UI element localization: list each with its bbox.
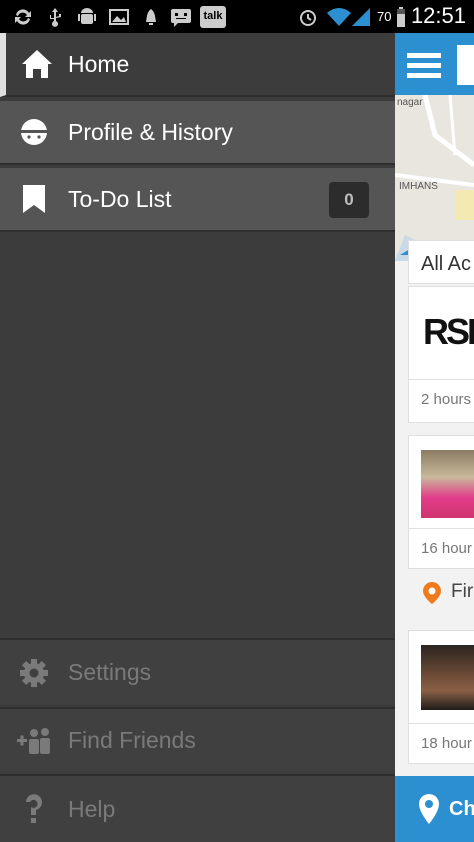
feed-card[interactable]: RSK 2 hours — [408, 286, 474, 423]
drawer-item-label: Find Friends — [68, 727, 196, 753]
android-debug-icon — [78, 8, 96, 24]
feed-card-time: 16 hour — [421, 540, 472, 557]
hamburger-icon — [407, 53, 441, 78]
add-friends-icon — [0, 709, 68, 773]
battery-icon — [397, 7, 405, 27]
location-pin-icon — [419, 794, 439, 824]
wifi-icon — [327, 8, 351, 26]
drawer-item-home[interactable]: Home — [0, 33, 395, 97]
chat-icon — [171, 9, 191, 27]
feed-filter-header[interactable]: All Ac — [408, 240, 474, 284]
clock: 12:51 — [410, 3, 466, 28]
navigation-drawer: Home Profile & History To-Do List 0 Sett… — [0, 33, 395, 842]
drawer-item-label: Help — [68, 795, 116, 822]
feed-card-time: 18 hour — [421, 735, 472, 752]
profile-icon — [0, 100, 68, 164]
drawer-item-todo-list[interactable]: To-Do List 0 — [0, 168, 395, 232]
status-bar: talk 70 12:51 — [0, 0, 474, 33]
brand-logo: RSK — [423, 311, 474, 352]
map-label: nagar — [397, 97, 423, 108]
map-graphic — [395, 95, 474, 261]
help-icon — [0, 777, 68, 841]
feed-card[interactable]: 16 hour — [408, 435, 474, 569]
app-logo — [457, 45, 474, 85]
drawer-item-find-friends[interactable]: Find Friends — [0, 707, 395, 772]
alarm-icon — [300, 10, 316, 26]
checkin-button[interactable]: Che — [395, 776, 474, 842]
todo-count-badge: 0 — [329, 182, 369, 218]
drawer-item-label: Home — [68, 50, 130, 77]
home-icon — [6, 32, 68, 96]
drawer-item-help[interactable]: Help — [0, 774, 395, 842]
find-text[interactable]: Fir — [451, 581, 473, 603]
notification-bell-icon — [146, 9, 156, 25]
gear-icon — [0, 641, 68, 705]
location-pin-icon — [421, 581, 443, 605]
menu-button[interactable] — [405, 49, 443, 81]
feed-card-time: 2 hours — [421, 391, 472, 408]
signal-icon — [352, 8, 370, 26]
feed-card[interactable]: 18 hour — [408, 630, 474, 764]
usb-icon — [49, 8, 61, 27]
drawer-item-profile-history[interactable]: Profile & History — [0, 101, 395, 165]
sync-icon — [15, 9, 31, 25]
drawer-item-label: Settings — [68, 659, 152, 685]
avatar — [421, 450, 474, 518]
drawer-item-label: To-Do List — [68, 185, 172, 212]
drawer-item-settings[interactable]: Settings — [0, 638, 395, 705]
map-view[interactable]: nagar IMHANS — [395, 95, 474, 261]
drawer-item-label: Profile & History — [68, 118, 233, 145]
main-content: nagar IMHANS All Ac RSK 2 hours 16 hour … — [395, 33, 474, 842]
action-bar — [395, 33, 474, 95]
checkin-label: Che — [449, 798, 474, 820]
talk-icon: talk — [200, 6, 226, 28]
image-icon — [109, 9, 129, 25]
feed-filter-label: All Ac — [421, 253, 472, 275]
battery-percent: 70 — [377, 9, 392, 24]
map-label: IMHANS — [399, 181, 438, 192]
avatar — [421, 645, 474, 710]
bookmark-icon — [0, 167, 68, 231]
